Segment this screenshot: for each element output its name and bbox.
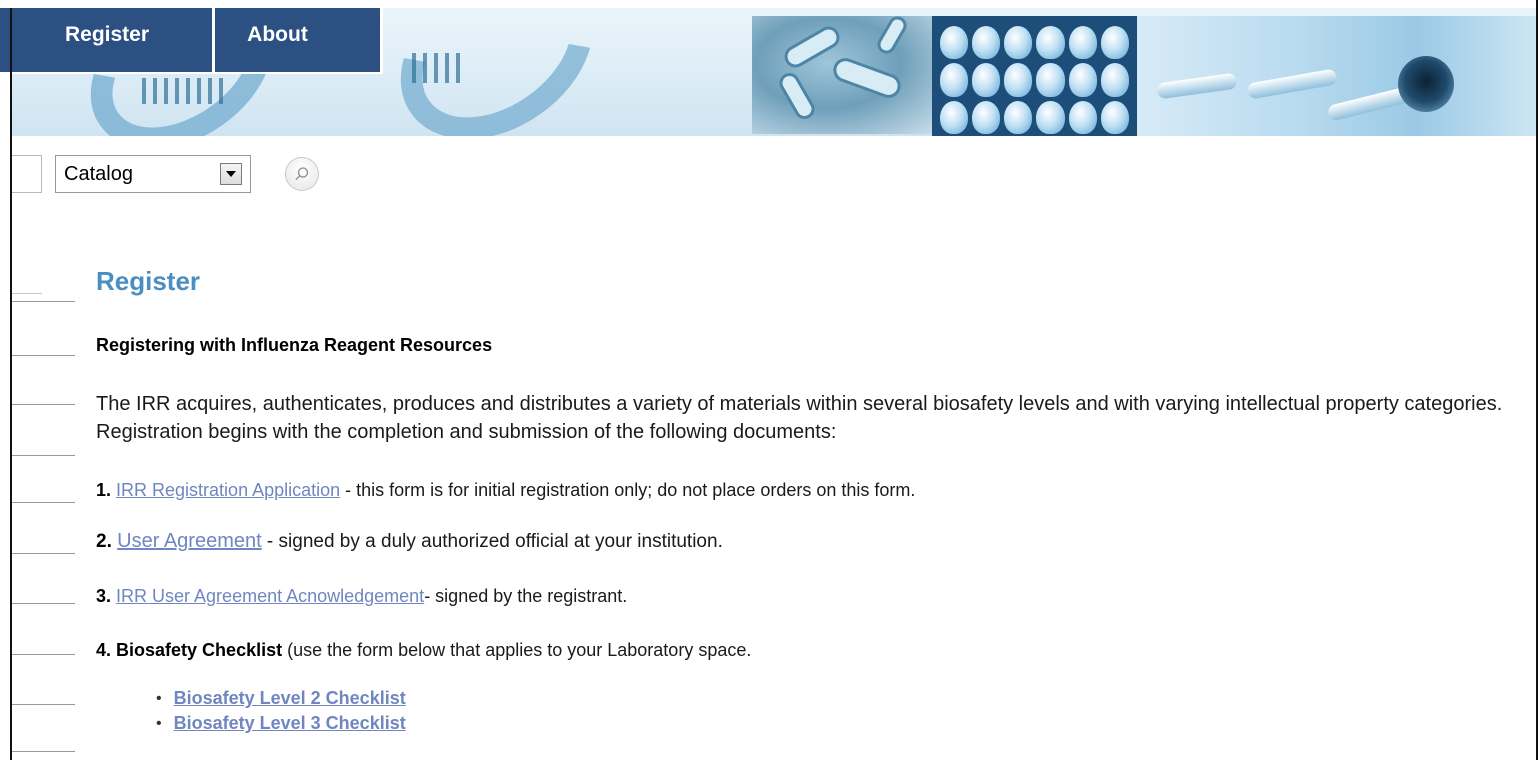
intro-paragraph: The IRR acquires, authenticates, produce… (96, 393, 1503, 443)
sidebar-divider (12, 553, 75, 554)
search-input[interactable] (12, 155, 42, 193)
nav-tab-about[interactable]: About (215, 8, 383, 74)
step-number: 2. (96, 531, 112, 552)
step-item: 3. IRR User Agreement Acnowledgement- si… (96, 586, 627, 607)
dna-rungs-image (142, 78, 223, 104)
step-item: 1. IRR Registration Application - this f… (96, 480, 915, 501)
step-text: - signed by the registrant. (424, 586, 628, 606)
bsl3-checklist-link[interactable]: Biosafety Level 3 Checklist (174, 713, 406, 734)
sidebar-divider (12, 301, 75, 302)
nav-tab-label: Register (65, 23, 150, 46)
sidebar-divider (12, 751, 75, 752)
chevron-down-icon[interactable] (220, 163, 242, 185)
biosafety-checklist-label: Biosafety Checklist (116, 640, 283, 660)
step-item: 4. Biosafety Checklist (use the form bel… (96, 640, 751, 661)
sidebar-divider (12, 293, 42, 294)
step-item: 2. User Agreement - signed by a duly aut… (96, 530, 723, 553)
user-agreement-acknowledgement-link[interactable]: IRR User Agreement Acnowledgement (116, 586, 424, 606)
sidebar-divider (12, 603, 75, 604)
sidebar-divider (12, 654, 75, 655)
nav-tab-register[interactable]: Register (0, 8, 215, 74)
nav-tab-label: About (247, 23, 308, 46)
registration-application-link[interactable]: IRR Registration Application (116, 480, 340, 500)
step-number: 3. (96, 586, 112, 606)
syringe-vial-image (1398, 56, 1454, 112)
eggs-tray-image (932, 16, 1137, 136)
vials-image (1137, 16, 1536, 136)
search-icon (295, 167, 309, 181)
dna-helix-image (367, 8, 627, 136)
list-item: Biosafety Level 3 Checklist (156, 711, 406, 736)
search-scope-value: Catalog (64, 162, 133, 185)
checklist-links: Biosafety Level 2 Checklist Biosafety Le… (156, 686, 406, 736)
sidebar-divider (12, 355, 75, 356)
page-title: Register (96, 266, 201, 296)
window-left-edge (10, 8, 12, 760)
sidebar-divider (12, 404, 75, 405)
sidebar-divider (12, 704, 75, 705)
section-subheading: Registering with Influenza Reagent Resou… (96, 335, 493, 355)
sidebar-divider (12, 455, 75, 456)
search-button[interactable] (285, 157, 319, 191)
list-item: Biosafety Level 2 Checklist (156, 686, 406, 711)
search-scope-select[interactable]: Catalog (55, 155, 251, 193)
bacteria-image (752, 13, 942, 134)
step-text: - signed by a duly authorized official a… (261, 531, 723, 552)
dna-rungs-image (412, 53, 460, 83)
step-text: (use the form below that applies to your… (282, 640, 752, 660)
step-number: 4. (96, 640, 112, 660)
main-nav: Register About (0, 8, 383, 74)
bsl2-checklist-link[interactable]: Biosafety Level 2 Checklist (174, 688, 406, 709)
sidebar-divider (12, 502, 75, 503)
step-text: - this form is for initial registration … (340, 480, 916, 500)
user-agreement-link[interactable]: User Agreement (117, 530, 262, 552)
step-number: 1. (96, 480, 112, 500)
window-top-edge (0, 0, 1538, 8)
